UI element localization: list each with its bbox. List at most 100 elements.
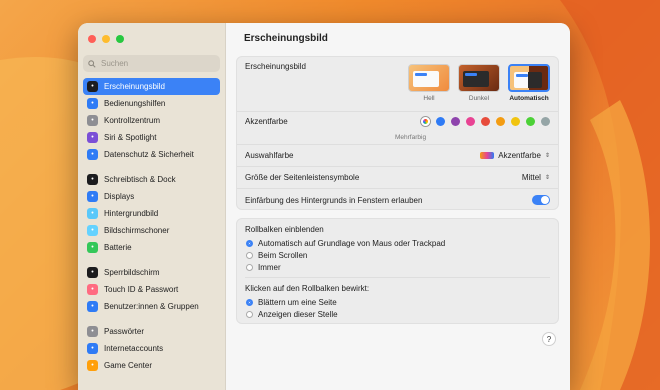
highlight-row: Auswahlfarbe Akzentfarbe ⇕ bbox=[237, 145, 558, 167]
main-pane: Erscheinungsbild Erscheinungsbild Hell D… bbox=[226, 23, 570, 390]
radio-button[interactable] bbox=[246, 263, 253, 271]
scrollbars-label: Rollbalken einblenden bbox=[245, 225, 324, 234]
page-title: Erscheinungsbild bbox=[244, 33, 328, 44]
radio-label: Beim Scrollen bbox=[258, 250, 308, 260]
accent-swatch[interactable] bbox=[511, 117, 520, 126]
close-button[interactable] bbox=[88, 35, 96, 43]
radio-button[interactable] bbox=[246, 310, 253, 318]
appearance-option-auto[interactable]: Automatisch bbox=[508, 64, 550, 102]
help-button[interactable]: ? bbox=[542, 332, 556, 346]
accent-row: Akzentfarbe Mehrfarbig bbox=[237, 112, 558, 145]
radio-option[interactable]: Anzeigen dieser Stelle bbox=[237, 308, 558, 320]
sidebar-item-label: Game Center bbox=[104, 361, 153, 370]
sidebar-item[interactable]: • Game Center bbox=[83, 357, 220, 374]
search-icon bbox=[88, 59, 96, 68]
appearance-option-light[interactable]: Hell bbox=[408, 64, 450, 102]
highlight-value: Akzentfarbe bbox=[498, 151, 541, 160]
lock-screen-icon: • bbox=[87, 267, 98, 278]
click-scroll-label: Klicken auf den Rollbalken bewirkt: bbox=[245, 284, 370, 293]
sidebar-item-label: Batterie bbox=[104, 243, 132, 252]
highlight-label: Auswahlfarbe bbox=[245, 151, 294, 160]
accent-swatch-multicolor[interactable] bbox=[421, 117, 430, 126]
sidebar-item[interactable]: • Schreibtisch & Dock bbox=[83, 171, 220, 188]
battery-icon: • bbox=[87, 242, 98, 253]
sidebar-item-label: Bedienungshilfen bbox=[104, 99, 166, 108]
radio-option[interactable]: Blättern um eine Seite bbox=[237, 296, 558, 308]
sidebar-size-value: Mittel bbox=[521, 173, 541, 182]
radio-button[interactable] bbox=[246, 239, 253, 247]
screensaver-icon: • bbox=[87, 225, 98, 236]
auto-preview bbox=[508, 64, 550, 92]
radio-button[interactable] bbox=[246, 298, 253, 306]
radio-label: Blättern um eine Seite bbox=[258, 297, 337, 307]
tinting-label: Einfärbung des Hintergrunds in Fenstern … bbox=[245, 195, 423, 205]
scrollbar-group: Rollbalken einblenden Automatisch auf Gr… bbox=[236, 218, 559, 324]
accent-caption: Mehrfarbig bbox=[395, 134, 427, 141]
sidebar-item[interactable]: • Sperrbildschirm bbox=[83, 264, 220, 281]
accent-swatch[interactable] bbox=[466, 117, 475, 126]
radio-label: Automatisch auf Grundlage von Maus oder … bbox=[258, 238, 446, 248]
sidebar-item[interactable]: • Erscheinungsbild bbox=[83, 78, 220, 95]
sidebar-item[interactable]: • Hintergrundbild bbox=[83, 205, 220, 222]
accent-swatch[interactable] bbox=[451, 117, 460, 126]
sidebar-item[interactable]: • Batterie bbox=[83, 239, 220, 256]
highlight-swatch bbox=[480, 152, 495, 159]
minimize-button[interactable] bbox=[102, 35, 110, 43]
tinting-toggle[interactable] bbox=[532, 195, 550, 205]
key-icon: • bbox=[87, 326, 98, 337]
sidebar-item[interactable]: • Siri & Spotlight bbox=[83, 129, 220, 146]
sidebar-item-label: Benutzer:innen & Gruppen bbox=[104, 302, 199, 311]
highlight-popup[interactable]: Akzentfarbe ⇕ bbox=[480, 151, 550, 160]
accent-swatch[interactable] bbox=[541, 117, 550, 126]
sidebar-item[interactable]: • Benutzer:innen & Gruppen bbox=[83, 298, 220, 315]
radio-option[interactable]: Immer bbox=[237, 261, 558, 273]
dock-icon: • bbox=[87, 174, 98, 185]
accent-swatches bbox=[421, 117, 550, 126]
accent-swatch[interactable] bbox=[526, 117, 535, 126]
sidebar-item[interactable]: • Bedienungshilfen bbox=[83, 95, 220, 112]
sidebar-item[interactable]: • Passwörter bbox=[83, 323, 220, 340]
radio-label: Anzeigen dieser Stelle bbox=[258, 309, 338, 319]
control-center-icon: • bbox=[87, 115, 98, 126]
scrollbars-radio-group: Automatisch auf Grundlage von Maus oder … bbox=[237, 237, 558, 273]
appearance-label: Erscheinungsbild bbox=[245, 62, 306, 71]
at-icon: • bbox=[87, 343, 98, 354]
sidebar-item-label: Passwörter bbox=[104, 327, 145, 336]
zoom-button[interactable] bbox=[116, 35, 124, 43]
appearance-icon: • bbox=[87, 81, 98, 92]
accent-swatch[interactable] bbox=[481, 117, 490, 126]
window-controls bbox=[88, 35, 124, 43]
search-input[interactable]: Suchen bbox=[83, 55, 220, 72]
sidebar-item[interactable]: • Internetaccounts bbox=[83, 340, 220, 357]
sidebar-item[interactable]: • Displays bbox=[83, 188, 220, 205]
sidebar-item-label: Sperrbildschirm bbox=[104, 268, 160, 277]
radio-option[interactable]: Automatisch auf Grundlage von Maus oder … bbox=[237, 237, 558, 249]
sidebar-item-label: Siri & Spotlight bbox=[104, 133, 157, 142]
light-preview bbox=[408, 64, 450, 92]
click-scroll-radio-group: Blättern um eine Seite Anzeigen dieser St… bbox=[237, 296, 558, 320]
appearance-group: Erscheinungsbild Hell Dunkel Automatisch… bbox=[236, 56, 559, 210]
sidebar-item[interactable]: • Bildschirmschoner bbox=[83, 222, 220, 239]
accent-label: Akzentfarbe bbox=[245, 117, 288, 126]
appearance-option-label: Dunkel bbox=[468, 95, 490, 102]
wallpaper-icon: • bbox=[87, 208, 98, 219]
siri-icon: • bbox=[87, 132, 98, 143]
radio-option[interactable]: Beim Scrollen bbox=[237, 249, 558, 261]
chevron-updown-icon: ⇕ bbox=[544, 175, 550, 181]
search-placeholder: Suchen bbox=[101, 59, 129, 68]
accent-swatch[interactable] bbox=[496, 117, 505, 126]
sidebar-item[interactable]: • Datenschutz & Sicherheit bbox=[83, 146, 220, 163]
sidebar-item[interactable]: • Kontrollzentrum bbox=[83, 112, 220, 129]
appearance-option-dark[interactable]: Dunkel bbox=[458, 64, 500, 102]
radio-button[interactable] bbox=[246, 251, 253, 259]
chevron-updown-icon: ⇕ bbox=[544, 153, 550, 159]
sidebar-item-label: Erscheinungsbild bbox=[104, 82, 165, 91]
sidebar-size-popup[interactable]: Mittel ⇕ bbox=[522, 173, 550, 182]
users-icon: • bbox=[87, 301, 98, 312]
sidebar-item-label: Internetaccounts bbox=[104, 344, 164, 353]
accent-swatch[interactable] bbox=[436, 117, 445, 126]
sidebar-item[interactable]: • Touch ID & Passwort bbox=[83, 281, 220, 298]
